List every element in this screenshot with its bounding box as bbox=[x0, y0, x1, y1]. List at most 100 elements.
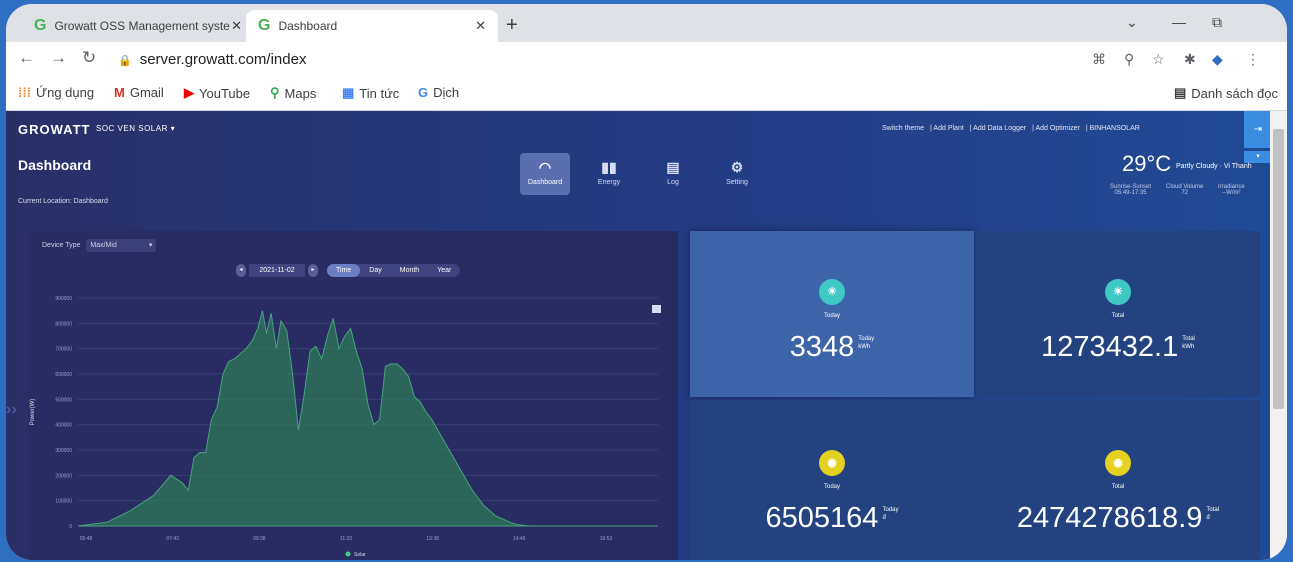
period-day[interactable]: Day bbox=[360, 264, 390, 277]
y-tick-label: 500000 bbox=[55, 397, 72, 403]
sun-icon: ☀ bbox=[819, 279, 845, 305]
menu-dots-icon[interactable]: ⋮ bbox=[1246, 51, 1260, 68]
extension-diamond-icon[interactable]: ◆ bbox=[1212, 51, 1223, 68]
restore-icon[interactable]: ⧉ bbox=[1212, 14, 1222, 31]
y-tick-label: 0 bbox=[69, 524, 72, 530]
apps-icon: ⁞⁞⁞ bbox=[18, 85, 31, 100]
bar-chart-icon: ▮▮ bbox=[601, 159, 617, 175]
nav-dashboard[interactable]: ◠ Dashboard bbox=[520, 153, 570, 195]
bookmark-translate[interactable]: G Dịch bbox=[418, 85, 459, 100]
translate-page-icon[interactable]: ⌘ bbox=[1092, 51, 1106, 68]
plant-selector[interactable]: SOC VEN SOLAR ▾ bbox=[96, 124, 175, 133]
period-selector: Time Day Month Year bbox=[327, 264, 461, 277]
reload-icon[interactable]: ↻ bbox=[82, 48, 96, 68]
period-month[interactable]: Month bbox=[391, 264, 428, 277]
back-arrow-icon[interactable]: ← bbox=[18, 48, 35, 68]
add-plant-link[interactable]: Add Plant bbox=[933, 125, 963, 132]
reading-list[interactable]: ▤ Danh sách đọc bbox=[1174, 85, 1278, 101]
nav-label: Setting bbox=[726, 179, 748, 186]
legend-label: Solar bbox=[354, 552, 366, 558]
y-tick-label: 300000 bbox=[55, 448, 72, 454]
zoom-icon[interactable]: ⚲ bbox=[1124, 51, 1134, 68]
breadcrumb: Current Location: Dashboard bbox=[18, 198, 108, 205]
translate-icon: G bbox=[418, 85, 429, 100]
bookmark-label: Ứng dụng bbox=[36, 85, 95, 100]
bookmark-label: Dịch bbox=[433, 85, 460, 100]
nav-label: Dashboard bbox=[527, 179, 563, 186]
x-tick-label: 13:38 bbox=[426, 536, 439, 542]
period-year[interactable]: Year bbox=[428, 264, 460, 277]
date-picker[interactable]: 2021-11-02 bbox=[249, 264, 305, 277]
gear-icon: ⚙ bbox=[730, 159, 744, 175]
nav-log[interactable]: ▤ Log bbox=[648, 153, 698, 195]
y-tick-label: 600000 bbox=[55, 372, 72, 378]
total-energy-card[interactable]: ☀ Total 1273432.1 Total kWh bbox=[976, 231, 1260, 397]
youtube-icon: ▶ bbox=[184, 85, 194, 100]
date-controls: ◂ 2021-11-02 ▸ Time Day Month Year bbox=[236, 264, 461, 277]
today-energy-card[interactable]: ☀ Today 3348 Today kWh bbox=[690, 231, 974, 397]
device-type-label: Device Type bbox=[42, 242, 81, 249]
total-revenue-card[interactable]: ◉ Total 2474278618.9 Total đ bbox=[976, 400, 1260, 560]
address-bar[interactable]: 🔒 server.growatt.com/index bbox=[118, 51, 306, 68]
switch-theme-link[interactable]: Switch theme bbox=[882, 125, 924, 132]
unit-bottom: đ bbox=[882, 515, 886, 521]
nav-setting[interactable]: ⚙ Setting bbox=[712, 153, 762, 195]
coin-icon: ◉ bbox=[1105, 450, 1131, 476]
expand-sidebar-icon[interactable]: ›› bbox=[6, 401, 17, 419]
page-scrollbar[interactable] bbox=[1270, 111, 1287, 560]
prev-date-icon[interactable]: ◂ bbox=[236, 264, 246, 277]
today-revenue-card[interactable]: ◉ Today 6505164 Today đ bbox=[690, 400, 974, 560]
lock-icon: 🔒 bbox=[118, 55, 132, 67]
card-value: 1273432.1 bbox=[1041, 331, 1179, 363]
extensions-icon[interactable]: ✱ bbox=[1184, 51, 1196, 68]
x-tick-label: 16:53 bbox=[600, 536, 613, 542]
period-time[interactable]: Time bbox=[327, 264, 361, 277]
bookmarks-bar: ⁞⁞⁞ Ứng dụng M Gmail ▶ YouTube ⚲ Maps ▦ Tin t… bbox=[6, 76, 1287, 111]
user-account-link[interactable]: BINHANSOLAR bbox=[1090, 125, 1140, 132]
bookmark-youtube[interactable]: ▶ YouTube bbox=[184, 85, 250, 101]
logout-icon[interactable]: ⇥ bbox=[1244, 111, 1270, 148]
y-tick-label: 400000 bbox=[55, 423, 72, 429]
reading-list-icon: ▤ bbox=[1174, 85, 1187, 100]
weather-temperature: 29°C bbox=[1122, 151, 1172, 176]
close-icon[interactable]: ✕ bbox=[231, 18, 242, 34]
sunrise-sunset: Sunrise-Sunset 05:49-17:35 bbox=[1110, 184, 1151, 196]
next-date-icon[interactable]: ▸ bbox=[308, 264, 318, 277]
top-nav: Switch theme | Add Plant | Add Data Logger… bbox=[882, 125, 1140, 132]
growatt-dashboard: GROWATT SOC VEN SOLAR ▾ Switch theme | Ad… bbox=[6, 111, 1270, 560]
unit-top: Total bbox=[1206, 507, 1220, 513]
y-tick-label: 100000 bbox=[55, 499, 72, 505]
scrollbar-thumb[interactable] bbox=[1273, 129, 1284, 409]
tab-title: Dashboard bbox=[278, 19, 338, 33]
bookmark-label: YouTube bbox=[199, 85, 251, 101]
bookmark-apps[interactable]: ⁞⁞⁞ Ứng dụng bbox=[18, 85, 94, 100]
weather-description: Partly Cloudy · Vi Thanh bbox=[1176, 163, 1252, 170]
x-tick-label: 14:46 bbox=[513, 536, 526, 542]
chevron-down-icon[interactable]: ⌄ bbox=[1126, 14, 1138, 31]
unit-top: Today bbox=[882, 507, 899, 513]
star-icon[interactable]: ☆ bbox=[1152, 51, 1165, 68]
add-data-logger-link[interactable]: Add Data Logger bbox=[973, 125, 1026, 132]
bookmark-maps[interactable]: ⚲ Maps bbox=[270, 85, 316, 101]
unit-bottom: kWh bbox=[1182, 344, 1195, 350]
bookmark-news[interactable]: ▦ Tin tức bbox=[342, 85, 399, 101]
forward-arrow-icon[interactable]: → bbox=[50, 48, 67, 68]
x-tick-label: 05:48 bbox=[80, 536, 93, 542]
card-value: 2474278618.9 bbox=[1016, 502, 1203, 534]
reading-list-label: Danh sách đọc bbox=[1191, 85, 1279, 101]
bookmark-gmail[interactable]: M Gmail bbox=[114, 85, 164, 100]
new-tab-button[interactable]: + bbox=[506, 14, 518, 37]
collapse-chevron-icon[interactable]: ▾ bbox=[1244, 151, 1270, 163]
close-icon[interactable]: ✕ bbox=[475, 18, 486, 34]
tab-growatt-oss[interactable]: G Growatt OSS Management syste ✕ bbox=[34, 10, 254, 42]
growatt-logo[interactable]: GROWATT bbox=[18, 122, 90, 137]
tab-dashboard[interactable]: G Dashboard ✕ bbox=[246, 10, 498, 42]
unit-top: Total bbox=[1182, 336, 1195, 342]
device-type-select[interactable]: Max/Mid bbox=[86, 239, 157, 252]
address-toolbar: ← → ↻ 🔒 server.growatt.com/index ⌘ ⚲ ☆ ✱ … bbox=[6, 42, 1287, 76]
gmail-icon: M bbox=[114, 85, 125, 100]
minimize-icon[interactable]: — bbox=[1172, 14, 1186, 30]
nav-energy[interactable]: ▮▮ Energy bbox=[584, 153, 634, 195]
tab-title: Growatt OSS Management syste bbox=[54, 19, 230, 33]
add-optimizer-link[interactable]: Add Optimizer bbox=[1036, 125, 1080, 132]
